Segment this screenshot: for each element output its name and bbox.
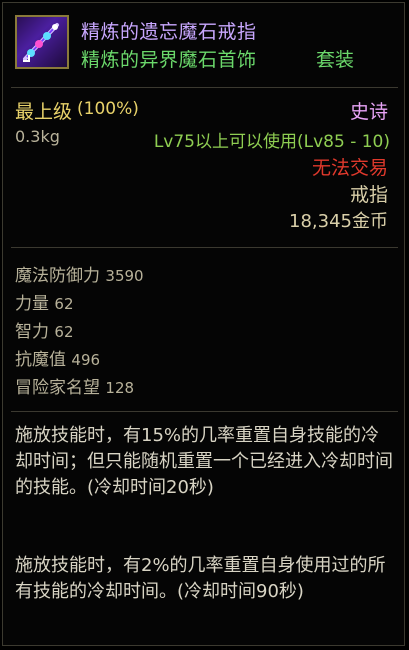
stat-label: 冒险家名望 xyxy=(15,378,100,398)
set-name: 精炼的异界魔石首饰 xyxy=(81,49,257,71)
item-grade: 最上级 xyxy=(15,101,73,123)
level-requirement: Lv75以上可以使用(Lv85 - 10) xyxy=(153,132,390,152)
ring-item-icon xyxy=(15,15,69,69)
divider xyxy=(11,247,398,248)
divider xyxy=(11,87,398,88)
stat-value: 62 xyxy=(54,295,74,313)
effect-description: 施放技能时，有15%的几率重置自身技能的冷却时间；但只能随机重置一个已经进入冷却… xyxy=(15,425,393,498)
item-tooltip: 精炼的遗忘魔石戒指 精炼的异界魔石首饰 套装 最上级 (100%) 史诗 0.3… xyxy=(2,2,405,646)
stat-value: 496 xyxy=(71,351,101,369)
stat-label: 力量 xyxy=(15,294,49,314)
trade-status: 无法交易 xyxy=(311,157,388,179)
stat-value: 62 xyxy=(54,323,74,341)
stat-value: 128 xyxy=(105,379,135,397)
item-rarity: 史诗 xyxy=(349,101,388,123)
stat-label: 抗魔值 xyxy=(15,350,66,370)
stat-label: 智力 xyxy=(15,322,49,342)
stat-label: 魔法防御力 xyxy=(15,266,100,286)
effect-description: 施放技能时，有2%的几率重置自身使用过的所有技能的冷却时间。(冷却时间90秒) xyxy=(15,555,386,602)
stat-row: 力量 62 xyxy=(15,289,74,314)
item-slot: 戒指 xyxy=(349,184,388,206)
stat-row: 抗魔值 496 xyxy=(15,345,100,370)
set-tag: 套装 xyxy=(316,49,355,71)
tooltip-header: 精炼的遗忘魔石戒指 精炼的异界魔石首饰 套装 xyxy=(3,3,404,81)
divider xyxy=(11,411,398,412)
stat-row: 冒险家名望 128 xyxy=(15,373,134,398)
stat-row: 魔法防御力 3590 xyxy=(15,261,144,286)
item-price: 18,345金币 xyxy=(289,211,388,232)
stat-row: 智力 62 xyxy=(15,317,74,342)
item-weight: 0.3kg xyxy=(15,127,60,146)
item-grade-percent: (100%) xyxy=(77,99,139,119)
item-name: 精炼的遗忘魔石戒指 xyxy=(81,21,257,43)
stat-value: 3590 xyxy=(105,267,144,285)
